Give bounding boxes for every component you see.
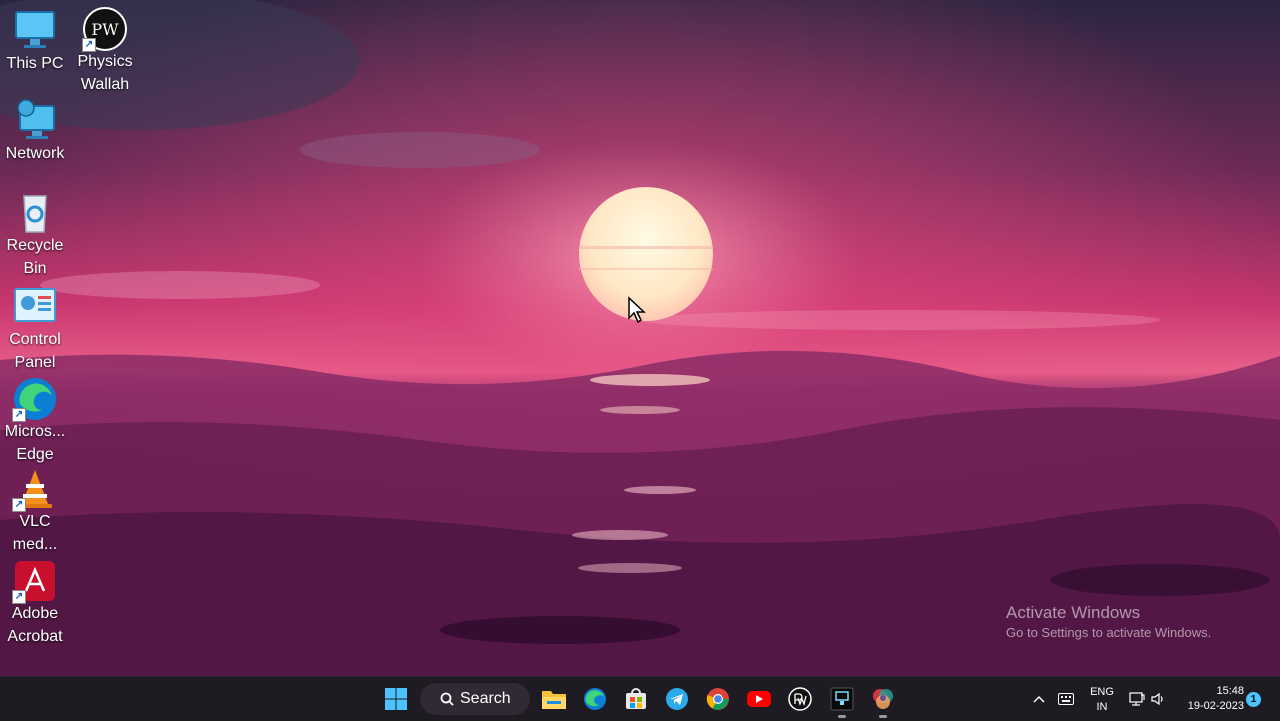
desktop-icon-label: This PC xyxy=(6,55,64,72)
desktop-icon-network[interactable]: Network xyxy=(0,98,70,165)
shortcut-arrow-icon: ↗ xyxy=(12,408,26,422)
edge-icon xyxy=(584,688,606,710)
taskbar-file-explorer[interactable] xyxy=(538,683,570,715)
tray-language-indicator[interactable]: ENG IN xyxy=(1086,685,1118,715)
control-panel-icon xyxy=(12,284,58,330)
taskbar-youtube[interactable] xyxy=(743,683,775,715)
tray-overflow-button[interactable] xyxy=(1024,683,1054,715)
desktop-icon-adobe-acrobat[interactable]: ↗ Adobe Acrobat xyxy=(0,558,70,648)
this-pc-icon xyxy=(12,8,58,54)
desktop-icon-label: Physics Wallah xyxy=(77,53,133,93)
shortcut-arrow-icon: ↗ xyxy=(12,498,26,512)
volume-icon xyxy=(1151,692,1163,706)
notification-count-badge[interactable]: 1 xyxy=(1246,692,1261,707)
desktop-icon-control-panel[interactable]: Control Panel xyxy=(0,284,70,374)
taskbar-physics-wallah[interactable] xyxy=(784,683,816,715)
network-status-icon xyxy=(1129,692,1145,706)
taskbar-search-button[interactable]: Search xyxy=(420,683,530,715)
desktop-icon-label: Control Panel xyxy=(9,331,61,371)
watermark-title: Activate Windows xyxy=(1006,603,1141,622)
desktop-icon-label: Adobe Acrobat xyxy=(7,605,63,645)
desktop-icon-physics-wallah[interactable]: PW ↗ Physics Wallah xyxy=(70,6,140,96)
file-explorer-icon xyxy=(542,691,566,709)
telegram-icon xyxy=(666,688,688,710)
mouse-cursor-icon xyxy=(628,296,646,324)
terminal-app-icon xyxy=(830,687,854,711)
color-app-icon xyxy=(873,689,893,709)
chrome-icon xyxy=(706,688,729,710)
activate-windows-watermark: Activate Windows Go to Settings to activ… xyxy=(1006,602,1211,642)
taskbar-edge[interactable] xyxy=(579,683,611,715)
language-region: IN xyxy=(1096,701,1108,713)
shortcut-arrow-icon: ↗ xyxy=(12,590,26,604)
acrobat-icon: ↗ xyxy=(12,558,58,604)
desktop-icon-recycle-bin[interactable]: Recycle Bin xyxy=(0,190,70,280)
chevron-up-icon xyxy=(1033,695,1045,703)
desktop-icon-edge[interactable]: ↗ Micros... Edge xyxy=(0,376,70,466)
store-icon xyxy=(626,688,646,709)
youtube-icon xyxy=(747,691,771,707)
tray-touch-keyboard-button[interactable] xyxy=(1052,683,1080,715)
taskbar-chrome[interactable] xyxy=(702,683,734,715)
tray-clock[interactable]: 15:48 19-02-2023 xyxy=(1178,684,1244,714)
physics-wallah-icon xyxy=(788,687,812,711)
watermark-subtitle: Go to Settings to activate Windows. xyxy=(1006,625,1212,640)
taskbar-telegram[interactable] xyxy=(661,683,693,715)
desktop-icon-label: Micros... Edge xyxy=(4,423,66,463)
taskbar-store[interactable] xyxy=(620,683,652,715)
edge-icon: ↗ xyxy=(12,376,58,422)
desktop-icon-vlc[interactable]: ↗ VLC med... xyxy=(0,466,70,556)
keyboard-icon xyxy=(1058,693,1074,705)
clock-date: 19-02-2023 xyxy=(1187,700,1244,712)
tray-volume-button[interactable] xyxy=(1146,683,1170,715)
recycle-bin-icon xyxy=(12,190,58,236)
physics-wallah-icon: PW ↗ xyxy=(82,6,128,52)
search-icon xyxy=(440,692,454,706)
desktop-icon-label: VLC med... xyxy=(12,513,58,553)
desktop-icon-label: Recycle Bin xyxy=(6,237,64,277)
windows-start-icon xyxy=(385,688,407,710)
language-code: ENG xyxy=(1090,686,1114,698)
network-icon xyxy=(12,98,58,144)
taskbar: Search ENG IN 15:48 19-02-2023 1 xyxy=(0,676,1280,721)
desktop-wallpaper xyxy=(0,0,1280,676)
clock-time: 15:48 xyxy=(1216,685,1244,697)
vlc-icon: ↗ xyxy=(12,466,58,512)
taskbar-terminal-app[interactable] xyxy=(826,683,858,718)
physics-wallah-logo-text: PW xyxy=(91,20,119,39)
shortcut-arrow-icon: ↗ xyxy=(82,38,96,52)
taskbar-color-app[interactable] xyxy=(867,683,899,718)
desktop-icon-this-pc[interactable]: This PC xyxy=(0,8,70,75)
start-button[interactable] xyxy=(380,683,412,715)
desktop-icon-label: Network xyxy=(5,145,65,162)
search-label: Search xyxy=(460,690,511,707)
